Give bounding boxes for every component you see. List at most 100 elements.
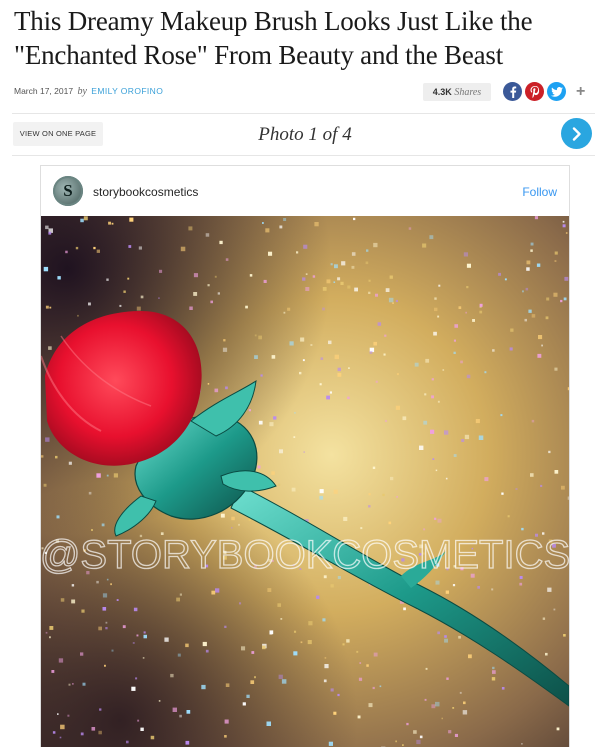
- glitter-sparkle: [346, 639, 349, 642]
- glitter-sparkle: [424, 393, 426, 395]
- glitter-sparkle: [98, 731, 102, 735]
- glitter-sparkle: [208, 383, 210, 385]
- glitter-sparkle: [397, 373, 399, 375]
- glitter-sparkle: [395, 741, 397, 743]
- glitter-sparkle: [273, 416, 276, 419]
- glitter-sparkle: [112, 650, 114, 652]
- glitter-sparkle: [294, 631, 296, 633]
- avatar-letter: S: [63, 181, 72, 201]
- glitter-sparkle: [543, 618, 545, 620]
- glitter-sparkle: [141, 296, 144, 299]
- glitter-sparkle: [430, 430, 434, 434]
- glitter-sparkle: [231, 527, 233, 529]
- glitter-sparkle: [442, 718, 444, 720]
- glitter-sparkle: [321, 357, 324, 360]
- glitter-sparkle: [46, 306, 49, 309]
- glitter-sparkle: [60, 737, 62, 739]
- glitter-sparkle: [300, 338, 304, 342]
- view-on-one-page-button[interactable]: VIEW ON ONE PAGE: [13, 122, 103, 146]
- glitter-sparkle: [119, 305, 121, 307]
- glitter-sparkle: [532, 314, 536, 318]
- glitter-sparkle: [460, 361, 463, 364]
- glitter-sparkle: [434, 297, 436, 299]
- glitter-sparkle: [180, 594, 182, 596]
- glitter-sparkle: [416, 740, 420, 744]
- glitter-sparkle: [343, 517, 347, 521]
- glitter-sparkle: [526, 288, 529, 291]
- glitter-sparkle: [322, 618, 325, 621]
- glitter-sparkle: [267, 588, 271, 592]
- author-link[interactable]: EMILY OROFINO: [91, 86, 163, 96]
- glitter-sparkle: [436, 581, 440, 585]
- glitter-sparkle: [484, 477, 488, 481]
- glitter-sparkle: [526, 267, 530, 271]
- next-photo-button[interactable]: [561, 118, 592, 149]
- glitter-sparkle: [354, 288, 358, 292]
- glitter-sparkle: [114, 473, 118, 477]
- by-text: by: [77, 86, 86, 97]
- more-share-button[interactable]: +: [576, 83, 585, 100]
- glitter-sparkle: [538, 335, 542, 339]
- pinterest-share-button[interactable]: [525, 82, 544, 101]
- glitter-sparkle: [467, 264, 471, 268]
- glitter-sparkle: [366, 262, 369, 265]
- glitter-sparkle: [296, 251, 298, 253]
- glitter-sparkle: [423, 528, 425, 530]
- glitter-sparkle: [437, 632, 440, 635]
- glitter-sparkle: [563, 634, 566, 637]
- glitter-sparkle: [231, 517, 235, 521]
- glitter-sparkle: [568, 387, 569, 390]
- glitter-sparkle: [210, 301, 213, 304]
- glitter-sparkle: [347, 286, 350, 289]
- glitter-sparkle: [293, 436, 295, 438]
- glitter-sparkle: [334, 264, 338, 268]
- glitter-sparkle: [226, 258, 229, 261]
- glitter-sparkle: [265, 228, 269, 232]
- instagram-username[interactable]: storybookcosmetics: [93, 185, 198, 199]
- twitter-share-button[interactable]: [547, 82, 566, 101]
- glitter-sparkle: [541, 345, 543, 347]
- follow-button[interactable]: Follow: [522, 185, 557, 199]
- glitter-sparkle: [425, 699, 427, 701]
- glitter-sparkle: [159, 270, 162, 273]
- glitter-sparkle: [143, 657, 145, 659]
- glitter-sparkle: [46, 632, 48, 634]
- glitter-sparkle: [258, 336, 262, 340]
- glitter-sparkle: [366, 249, 368, 251]
- glitter-sparkle: [370, 351, 373, 354]
- glitter-sparkle: [80, 652, 83, 655]
- glitter-sparkle: [93, 247, 95, 249]
- glitter-sparkle: [429, 235, 433, 239]
- glitter-sparkle: [338, 368, 341, 371]
- instagram-photo[interactable]: @STORYBOOKCOSMETICS: [41, 216, 569, 747]
- glitter-sparkle: [292, 488, 296, 492]
- glitter-sparkle: [385, 420, 387, 422]
- glitter-sparkle: [461, 439, 464, 442]
- glitter-sparkle: [57, 515, 60, 518]
- glitter-sparkle: [563, 224, 566, 227]
- glitter-sparkle: [303, 359, 305, 361]
- facebook-share-button[interactable]: [503, 82, 522, 101]
- glitter-sparkle: [431, 395, 434, 398]
- glitter-sparkle: [255, 335, 257, 337]
- glitter-sparkle: [446, 591, 449, 594]
- glitter-sparkle: [185, 644, 189, 648]
- glitter-sparkle: [459, 306, 462, 309]
- glitter-sparkle: [303, 245, 307, 249]
- avatar[interactable]: S: [53, 176, 83, 206]
- glitter-sparkle: [480, 304, 483, 307]
- glitter-sparkle: [293, 651, 297, 655]
- glitter-sparkle: [206, 233, 210, 237]
- glitter-sparkle: [201, 685, 205, 689]
- glitter-sparkle: [396, 300, 398, 302]
- glitter-sparkle: [356, 651, 358, 653]
- glitter-sparkle: [106, 622, 108, 624]
- glitter-sparkle: [432, 378, 434, 380]
- glitter-sparkle: [41, 455, 43, 457]
- glitter-sparkle: [460, 692, 462, 694]
- glitter-sparkle: [215, 588, 219, 592]
- glitter-sparkle: [468, 654, 472, 658]
- glitter-sparkle: [250, 680, 254, 684]
- glitter-sparkle: [181, 247, 186, 252]
- glitter-sparkle: [45, 437, 49, 441]
